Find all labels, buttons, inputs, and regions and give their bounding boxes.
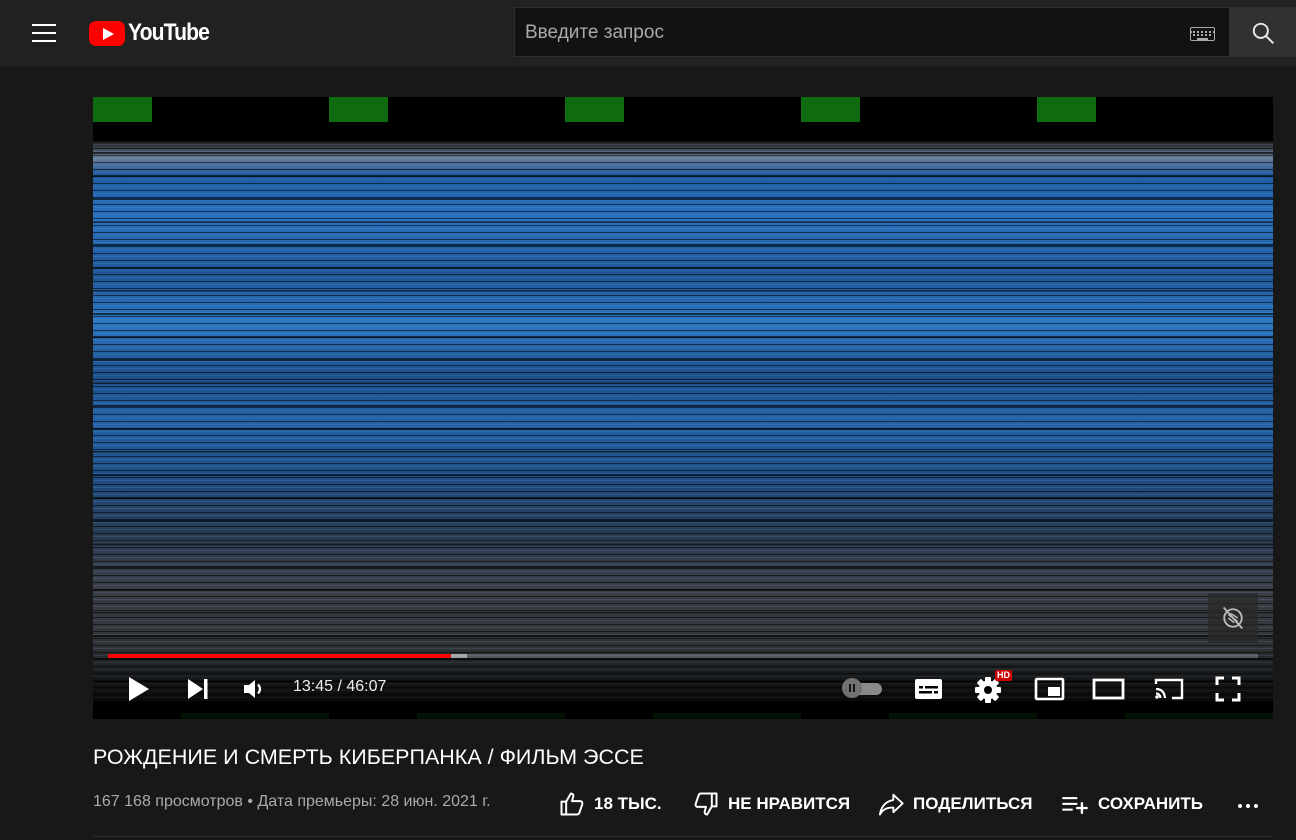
progress-bar[interactable] xyxy=(108,654,1258,658)
like-count: 18 ТЫС. xyxy=(594,794,662,813)
playlist-add-icon xyxy=(1062,797,1088,814)
subtitles-icon xyxy=(915,679,942,699)
autoplay-toggle[interactable] xyxy=(842,677,884,699)
hd-badge: HD xyxy=(995,670,1012,681)
share-button[interactable]: ПОДЕЛИТЬСЯ xyxy=(877,788,1033,820)
video-frame-segment xyxy=(329,97,565,719)
info-separator: • xyxy=(247,793,253,810)
theater-mode-button[interactable] xyxy=(1088,669,1128,709)
fullscreen-button[interactable] xyxy=(1208,669,1248,709)
share-label: ПОДЕЛИТЬСЯ xyxy=(913,794,1033,813)
cast-button[interactable] xyxy=(1149,669,1189,709)
thumbs-up-icon xyxy=(560,792,584,816)
mute-button[interactable] xyxy=(234,669,274,709)
video-info: 167 168 просмотров • Дата премьеры: 28 и… xyxy=(93,793,491,811)
video-title: РОЖДЕНИЕ И СМЕРТЬ КИБЕРПАНКА / ФИЛЬМ ЭСС… xyxy=(93,745,644,769)
miniplayer-icon xyxy=(1034,677,1065,701)
save-label: СОХРАНИТЬ xyxy=(1098,794,1203,813)
share-icon xyxy=(878,793,904,816)
search-icon xyxy=(1252,22,1274,44)
view-count: 167 168 просмотров xyxy=(93,793,243,810)
more-actions-button[interactable] xyxy=(1228,790,1268,820)
dislike-label: НЕ НРАВИТСЯ xyxy=(728,794,851,813)
premiere-date: Дата премьеры: 28 июн. 2021 г. xyxy=(257,793,491,810)
keyboard-icon[interactable] xyxy=(1190,27,1215,41)
video-frame-segment xyxy=(93,97,329,719)
youtube-logo-icon xyxy=(89,20,125,46)
divider xyxy=(93,836,1273,837)
dislike-button[interactable]: НЕ НРАВИТСЯ xyxy=(692,788,850,820)
video-frame-segment xyxy=(801,97,1037,719)
menu-icon[interactable] xyxy=(28,18,60,48)
next-icon xyxy=(188,679,208,699)
pause-icon xyxy=(842,678,862,698)
masthead: YouTube xyxy=(0,0,1296,67)
video-frame[interactable] xyxy=(93,97,1273,719)
subtitles-button[interactable] xyxy=(908,669,948,709)
logo-text: YouTube xyxy=(128,19,210,46)
more-icon xyxy=(1238,804,1258,808)
fullscreen-icon xyxy=(1215,676,1241,702)
branding-off-icon xyxy=(1222,606,1244,630)
video-player[interactable]: 13:45 / 46:07 HD xyxy=(93,97,1273,719)
channel-branding-button[interactable] xyxy=(1208,593,1258,643)
video-frame-segment xyxy=(565,97,801,719)
like-button[interactable]: 18 ТЫС. xyxy=(558,788,662,820)
search-input[interactable] xyxy=(523,20,1163,46)
time-display: 13:45 / 46:07 xyxy=(293,678,387,695)
miniplayer-button[interactable] xyxy=(1029,669,1069,709)
cast-icon xyxy=(1154,678,1184,700)
save-button[interactable]: СОХРАНИТЬ xyxy=(1060,788,1203,820)
thumbs-down-icon xyxy=(694,792,718,816)
play-button[interactable] xyxy=(119,669,159,709)
youtube-logo[interactable]: YouTube xyxy=(89,19,220,46)
progress-played xyxy=(108,654,451,658)
search-box xyxy=(514,7,1230,57)
play-icon xyxy=(129,677,149,701)
theater-mode-icon xyxy=(1092,678,1125,700)
volume-icon xyxy=(244,680,262,698)
search-button[interactable] xyxy=(1229,7,1296,57)
next-button[interactable] xyxy=(179,669,219,709)
